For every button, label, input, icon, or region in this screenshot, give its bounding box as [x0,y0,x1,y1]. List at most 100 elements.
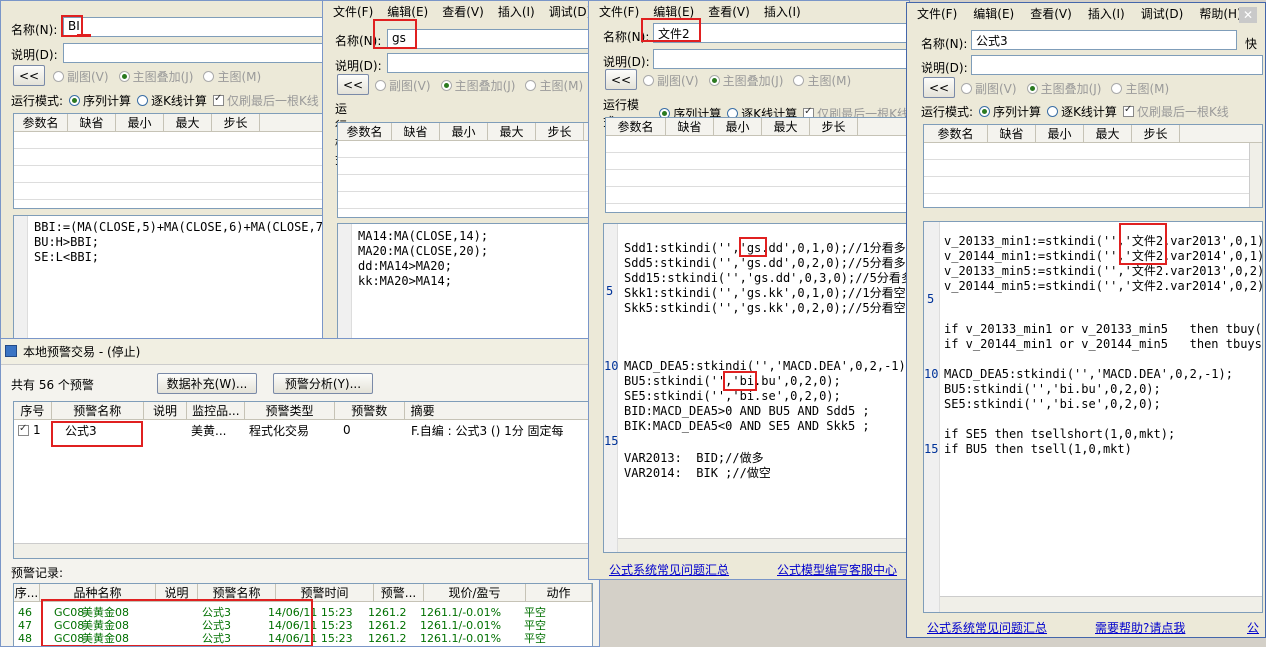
radio-sub-chart[interactable]: 副图(V) [375,77,431,94]
faq-link[interactable]: 公式系统常见问题汇总 [927,619,1047,636]
row-checkbox[interactable] [18,423,29,436]
col-step: 步长 [536,123,584,140]
col-step: 步长 [1132,125,1180,142]
window-title: 本地预警交易 - (停止) [23,345,141,359]
menu-file[interactable]: 文件(F) [599,3,639,20]
menu-edit[interactable]: 编辑(E) [973,5,1014,22]
col-desc: 说明 [144,402,188,419]
code-line: SE5:stkindi('','bi.se',0,2,0); [944,397,1161,411]
radio-overlay[interactable]: 主图叠加(J) [708,72,783,89]
radio-seq[interactable]: 序列计算 [979,103,1041,120]
menu-file[interactable]: 文件(F) [333,3,373,20]
code-line: BU5:stkindi('','bi.bu',0,2,0); [944,382,1161,396]
col-default: 缺省 [988,125,1036,142]
help-link[interactable]: 需要帮助?请点我 [1095,619,1185,636]
code-line: MA20:MA(CLOSE,20); [358,244,489,258]
menu-edit[interactable]: 编辑(E) [653,3,694,20]
menu-view[interactable]: 查看(V) [1030,5,1072,22]
desc-input[interactable] [63,43,325,63]
highlight-box [1119,223,1167,265]
menu-file[interactable]: 文件(F) [917,5,957,22]
menu-view[interactable]: 查看(V) [442,3,484,20]
radio-main-chart[interactable]: 主图(M) [793,72,851,89]
col-param-name: 参数名 [338,123,392,140]
col-step: 步长 [810,118,858,135]
menu-insert[interactable]: 插入(I) [1088,5,1125,22]
radio-overlay[interactable]: 主图叠加(J) [1026,80,1101,97]
collapse-button[interactable]: << [337,74,369,95]
code-line: if v_20133_min1 or v_20133_min5 then tbu… [944,322,1263,336]
col-min: 最小 [116,114,164,131]
radio-overlay[interactable]: 主图叠加(J) [440,77,515,94]
horizontal-scrollbar[interactable] [14,543,592,558]
collapse-button[interactable]: << [605,69,637,90]
param-table: 参数名 缺省 最小 最大 步长 [923,124,1263,208]
radio-per-k[interactable]: 逐K线计算 [1047,103,1117,120]
menu-debug[interactable]: 调试(D) [1141,5,1184,22]
col-default: 缺省 [68,114,116,131]
local-alert-window: 本地预警交易 - (停止) 共有 56 个预警 数据补充(W)... 预警分析(… [0,338,600,647]
support-link[interactable]: 公式模型编写客服中心 [777,561,897,578]
radio-sub-chart[interactable]: 副图(V) [53,68,109,85]
alert-analysis-button[interactable]: 预警分析(Y)... [273,373,373,394]
radio-per-k[interactable]: 逐K线计算 [137,92,207,109]
col-alert-count: 预警数 [335,402,405,419]
col-step: 步长 [212,114,260,131]
menu-help[interactable]: 帮助(H) [1199,5,1241,22]
checkbox-refresh-last[interactable]: 仅刷最后一根K线 [212,92,319,109]
radio-overlay[interactable]: 主图叠加(J) [118,68,193,85]
radio-main-chart[interactable]: 主图(M) [525,77,583,94]
vertical-scrollbar[interactable] [1249,143,1262,207]
code-editor-gs[interactable]: MA14:MA(CLOSE,14); MA20:MA(CLOSE,20); dd… [337,223,595,339]
horizontal-scrollbar[interactable] [618,538,906,552]
radio-main-chart[interactable]: 主图(M) [203,68,261,85]
highlight-box [739,237,767,257]
menu-debug[interactable]: 调试(D) [549,3,592,20]
radio-main-chart[interactable]: 主图(M) [1111,80,1169,97]
col-no: 序号 [14,402,52,419]
menu-bar: 文件(F) 编辑(E) 查看(V) 插入(I) 调试(D) [323,1,597,21]
more-link[interactable]: 公 [1247,619,1259,636]
code-editor-formula3[interactable]: 5 10 15 v_20133_min1:=stkindi('','文件2.va… [923,221,1263,613]
menu-bar: 文件(F) 编辑(E) 查看(V) 插入(I) [589,1,909,21]
menu-view[interactable]: 查看(V) [708,3,750,20]
radio-sub-chart[interactable]: 副图(V) [643,72,699,89]
desc-label: 说明(D): [335,59,382,73]
collapse-button[interactable]: << [923,77,955,98]
code-editor-bi[interactable]: BBI:=(MA(CLOSE,5)+MA(CLOSE,6)+MA(CLOSE,7… [13,215,325,339]
name-label: 名称(N): [921,37,968,51]
col-target: 监控品... [187,402,246,419]
horizontal-scrollbar[interactable] [940,596,1262,612]
desc-label: 说明(D): [11,48,58,62]
collapse-button[interactable]: << [13,65,45,86]
name-input[interactable]: gs [387,29,595,49]
code-line: v_20144_min5:=stkindi('','文件2.var2014',0… [944,279,1263,293]
code-line: BBI:=(MA(CLOSE,5)+MA(CLOSE,6)+MA(CLOSE,7… [34,220,325,234]
log-label: 预警记录: [11,566,64,580]
desc-input[interactable] [971,55,1263,75]
col-min: 最小 [1036,125,1084,142]
name-input[interactable]: BI [63,17,325,37]
radio-seq[interactable]: 序列计算 [69,92,131,109]
faq-link[interactable]: 公式系统常见问题汇总 [609,561,729,578]
col-log-pnl: 现价/盈亏 [424,584,526,601]
col-max: 最大 [164,114,212,131]
desc-input[interactable] [653,49,907,69]
radio-sub-chart[interactable]: 副图(V) [961,80,1017,97]
name-input[interactable]: 公式3 [971,30,1237,50]
menu-insert[interactable]: 插入(I) [498,3,535,20]
col-param-name: 参数名 [606,118,666,135]
data-supplement-button[interactable]: 数据补充(W)... [157,373,257,394]
param-table: 参数名 缺省 最小 最大 步长 [605,117,907,213]
menu-edit[interactable]: 编辑(E) [387,3,428,20]
col-alert-type: 预警类型 [245,402,335,419]
desc-label: 说明(D): [603,55,650,69]
desc-input[interactable] [387,53,595,73]
name-label: 名称(N): [11,23,58,37]
formula-window-file2: 文件(F) 编辑(E) 查看(V) 插入(I) 名称(N): 文件2 说明(D)… [588,0,910,580]
menu-insert[interactable]: 插入(I) [764,3,801,20]
close-icon[interactable]: ✕ [1239,7,1257,23]
checkbox-refresh-last[interactable]: 仅刷最后一根K线 [1122,103,1229,120]
param-table: 参数名 缺省 最小 最大 步长 [337,122,595,218]
menu-bar: 文件(F) 编辑(E) 查看(V) 插入(I) 调试(D) 帮助(H) [907,3,1265,23]
